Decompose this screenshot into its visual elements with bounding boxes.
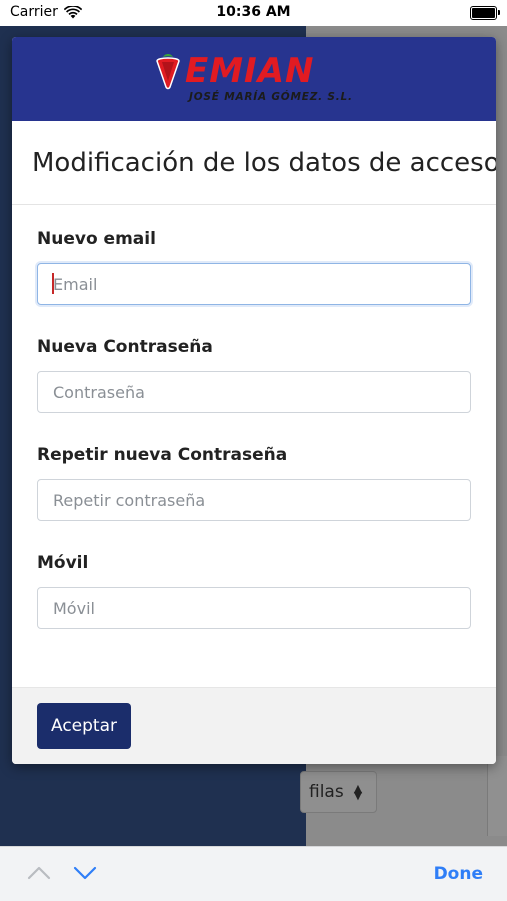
modal-footer: Aceptar [12, 687, 496, 764]
emian-logo: EMIAN JOSÉ MARÍA GÓMEZ. S.L. [153, 53, 353, 108]
accept-button[interactable]: Aceptar [37, 703, 131, 749]
status-time: 10:36 AM [216, 4, 291, 20]
logo-brand-text: EMIAN [185, 51, 315, 91]
status-bar: Carrier 10:36 AM [0, 0, 507, 26]
done-button[interactable]: Done [434, 864, 483, 884]
mobile-label: Móvil [37, 553, 89, 573]
repeat-password-label: Repetir nueva Contraseña [37, 445, 288, 465]
rows-select-label: filas [309, 782, 344, 802]
email-field-wrapper [37, 263, 471, 305]
modal-body: Nuevo email Nueva Contraseña Repetir nue… [12, 205, 496, 629]
battery-icon [470, 6, 500, 20]
new-password-label: Nueva Contraseña [37, 337, 213, 357]
select-arrows-icon: ▲ ▼ [353, 782, 363, 802]
repeat-password-field[interactable] [37, 479, 471, 521]
background-panel-edge [487, 756, 507, 836]
new-password-field[interactable] [37, 371, 471, 413]
modal-logo-bar: EMIAN JOSÉ MARÍA GÓMEZ. S.L. [12, 37, 496, 121]
access-data-modal: EMIAN JOSÉ MARÍA GÓMEZ. S.L. Modificació… [12, 37, 496, 764]
rows-per-page-select: filas ▲ ▼ [300, 771, 377, 813]
email-field[interactable] [37, 263, 471, 305]
text-cursor [52, 273, 54, 294]
keyboard-accessory-bar: Done [0, 846, 507, 901]
logo-tagline: JOSÉ MARÍA GÓMEZ. S.L. [189, 91, 353, 103]
email-label: Nuevo email [37, 229, 156, 249]
strawberry-logo-icon [156, 54, 180, 90]
modal-title: Modificación de los datos de acceso [32, 147, 496, 178]
next-field-chevron-down-icon[interactable] [73, 863, 97, 883]
mobile-field[interactable] [37, 587, 471, 629]
previous-field-chevron-up-icon[interactable] [27, 863, 51, 883]
modal-header: Modificación de los datos de acceso [12, 121, 496, 205]
